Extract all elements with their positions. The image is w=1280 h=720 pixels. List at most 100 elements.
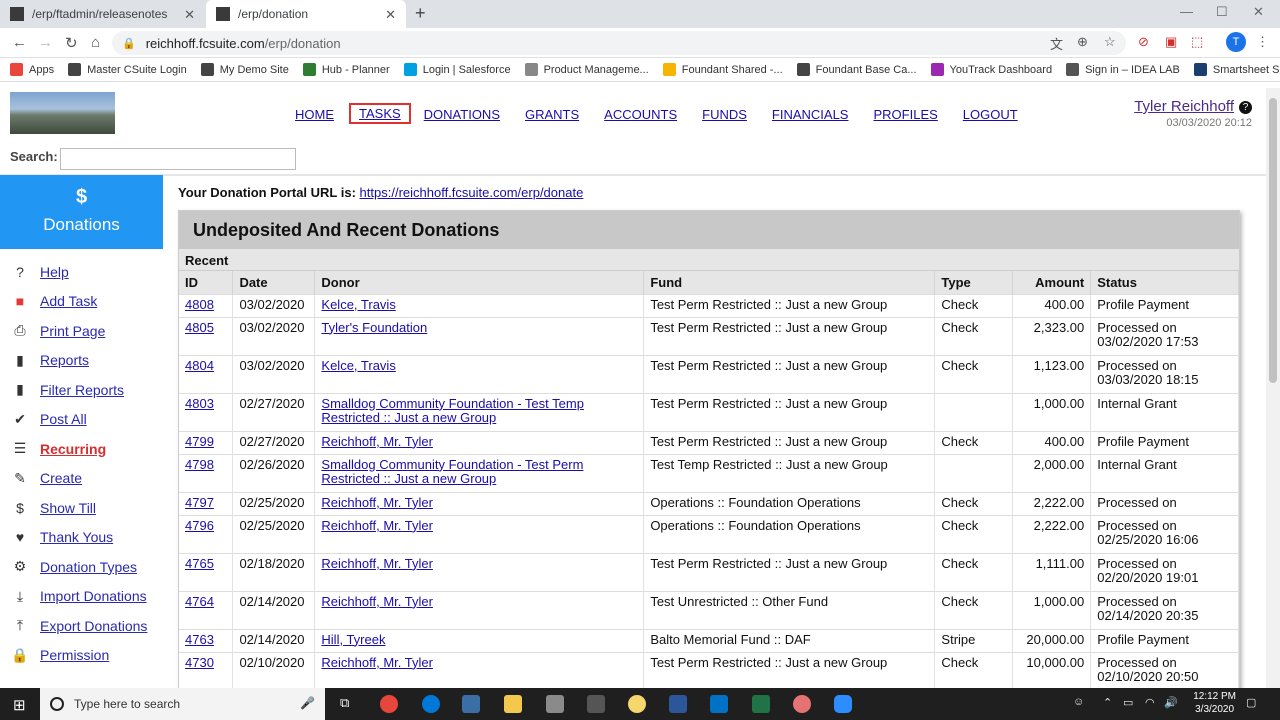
nav-financials[interactable]: FINANCIALS (772, 107, 849, 128)
microphone-icon[interactable]: 🎤 (300, 696, 315, 710)
donor-link[interactable]: Hill, Tyreek (321, 632, 385, 647)
app-icon[interactable] (793, 695, 811, 713)
sidebar-item-label[interactable]: Donation Types (40, 559, 137, 575)
user-name-link[interactable]: Tyler Reichhoff (1134, 98, 1234, 115)
donation-id-link[interactable]: 4764 (185, 594, 214, 609)
people-icon[interactable]: ☺ (1073, 696, 1084, 708)
nav-grants[interactable]: GRANTS (525, 107, 579, 128)
forward-icon[interactable]: → (38, 34, 53, 51)
nav-donations[interactable]: DONATIONS (424, 107, 500, 128)
sidebar-item-label[interactable]: Reports (40, 352, 89, 368)
donor-link[interactable]: Kelce, Travis (321, 297, 395, 312)
donor-link[interactable]: Reichhoff, Mr. Tyler (321, 434, 433, 449)
volume-icon[interactable]: 🔊 (1164, 696, 1178, 709)
sidebar-item-label[interactable]: Permission (40, 647, 109, 663)
menu-kebab-icon[interactable]: ⋮ (1256, 34, 1269, 50)
sidebar-item-add-task[interactable]: ■ Add Task (0, 287, 163, 317)
donation-id-link[interactable]: 4763 (185, 632, 214, 647)
zoom-app-icon[interactable] (834, 695, 852, 713)
sidebar-item-thank-yous[interactable]: ♥ Thank Yous (0, 523, 163, 553)
donation-id-link[interactable]: 4798 (185, 457, 214, 472)
chrome-icon[interactable] (380, 695, 398, 713)
donation-id-link[interactable]: 4765 (185, 556, 214, 571)
zoom-icon[interactable]: ⊕ (1077, 34, 1088, 50)
extension-icon[interactable]: ⊘ (1138, 34, 1149, 50)
bookmark-item[interactable]: Product Manageme... (524, 63, 649, 76)
bookmark-item[interactable]: YouTrack Dashboard (930, 63, 1052, 76)
nav-profiles[interactable]: PROFILES (873, 107, 937, 128)
donation-id-link[interactable]: 4796 (185, 518, 214, 533)
bookmark-item[interactable]: Smartsheet Sign In (1193, 63, 1280, 76)
calculator-icon[interactable] (587, 695, 605, 713)
close-window-icon[interactable]: ✕ (1253, 4, 1264, 20)
nav-accounts[interactable]: ACCOUNTS (604, 107, 677, 128)
sidebar-item-reports[interactable]: ▮ Reports (0, 346, 163, 376)
taskbar-clock[interactable]: 12:12 PM 3/3/2020 (1193, 690, 1236, 716)
portal-url-link[interactable]: https://reichhoff.fcsuite.com/erp/donate (360, 185, 584, 200)
site-logo[interactable] (10, 92, 115, 134)
profile-avatar[interactable]: T (1226, 32, 1246, 52)
reload-icon[interactable]: ↻ (65, 34, 78, 52)
sidebar-item-label[interactable]: Post All (40, 411, 87, 427)
maximize-icon[interactable]: ☐ (1216, 4, 1228, 20)
donor-link[interactable]: Smalldog Community Foundation - Test Per… (321, 457, 583, 487)
bookmark-item[interactable]: Sign in – IDEA LAB (1066, 63, 1180, 76)
donor-link[interactable]: Reichhoff, Mr. Tyler (321, 594, 433, 609)
sidebar-item-recurring[interactable]: ☰ Recurring (0, 434, 163, 464)
bookmark-item[interactable]: Hub - Planner (302, 63, 390, 76)
taskbar-search[interactable]: Type here to search 🎤 (40, 688, 325, 720)
donation-id-link[interactable]: 4803 (185, 396, 214, 411)
home-icon[interactable]: ⌂ (91, 34, 100, 51)
file-explorer-icon[interactable] (504, 695, 522, 713)
sidebar-item-label[interactable]: Create (40, 470, 82, 486)
app-icon[interactable] (462, 695, 480, 713)
notifications-icon[interactable]: ▢ (1246, 696, 1256, 709)
sidebar-item-label[interactable]: Thank Yous (40, 529, 113, 545)
donor-link[interactable]: Smalldog Community Foundation - Test Tem… (321, 396, 584, 426)
sidebar-item-label[interactable]: Export Donations (40, 618, 147, 634)
bookmark-item[interactable]: Foundant Base Ca... (796, 63, 917, 76)
scrollbar-thumb[interactable] (1269, 98, 1277, 383)
tray-chevron-icon[interactable]: ⌃ (1103, 696, 1112, 709)
bookmark-star-icon[interactable]: ☆ (1104, 34, 1116, 50)
sidebar-item-permission[interactable]: 🔒 Permission (0, 641, 163, 671)
donor-link[interactable]: Reichhoff, Mr. Tyler (321, 556, 433, 571)
bookmark-item[interactable]: Foundant Shared -... (662, 63, 783, 76)
new-tab-icon[interactable]: + (415, 3, 426, 24)
help-icon[interactable]: ? (1239, 101, 1252, 114)
bookmark-item[interactable]: Login | Salesforce (403, 63, 511, 76)
nav-home[interactable]: HOME (295, 107, 334, 128)
url-bar[interactable]: 🔒 reichhoff.fcsuite.com/erp/donation (112, 31, 1126, 55)
donation-id-link[interactable]: 4805 (185, 320, 214, 335)
task-view-icon[interactable]: ⧉ (340, 695, 358, 713)
donor-link[interactable]: Reichhoff, Mr. Tyler (321, 655, 433, 670)
nav-funds[interactable]: FUNDS (702, 107, 747, 128)
sidebar-item-show-till[interactable]: $ Show Till (0, 493, 163, 523)
page-scrollbar[interactable] (1266, 88, 1280, 688)
sidebar-item-import-donations[interactable]: ⤓ Import Donations (0, 582, 163, 612)
network-icon[interactable]: ▭ (1123, 696, 1133, 709)
outlook-icon[interactable] (710, 695, 728, 713)
sidebar-item-create[interactable]: ✎ Create (0, 464, 163, 494)
wifi-icon[interactable]: ◠ (1145, 696, 1155, 709)
translate-icon[interactable]: 文 (1050, 34, 1063, 53)
sidebar-item-label[interactable]: Add Task (40, 293, 97, 309)
donation-id-link[interactable]: 4797 (185, 495, 214, 510)
nav-tasks[interactable]: TASKS (349, 103, 411, 124)
nav-logout[interactable]: LOGOUT (963, 107, 1018, 128)
extension-icon[interactable]: ▣ (1165, 34, 1177, 50)
sidebar-item-export-donations[interactable]: ⤒ Export Donations (0, 611, 163, 641)
donor-link[interactable]: Reichhoff, Mr. Tyler (321, 495, 433, 510)
sidebar-item-label[interactable]: Show Till (40, 500, 96, 516)
sidebar-item-label[interactable]: Import Donations (40, 588, 147, 604)
sidebar-item-donation-types[interactable]: ⚙ Donation Types (0, 552, 163, 582)
pdf-extension-icon[interactable]: ⬚ (1191, 34, 1203, 50)
donor-link[interactable]: Reichhoff, Mr. Tyler (321, 518, 433, 533)
sticky-notes-icon[interactable] (628, 695, 646, 713)
sidebar-item-label[interactable]: Print Page (40, 323, 105, 339)
search-input[interactable] (60, 148, 296, 170)
donation-id-link[interactable]: 4730 (185, 655, 214, 670)
close-tab-icon[interactable]: ✕ (184, 7, 195, 23)
bookmark-item[interactable]: Master CSuite Login (68, 63, 187, 76)
browser-tab-releasenotes[interactable]: /erp/ftadmin/releasenotes ✕ (0, 0, 205, 28)
